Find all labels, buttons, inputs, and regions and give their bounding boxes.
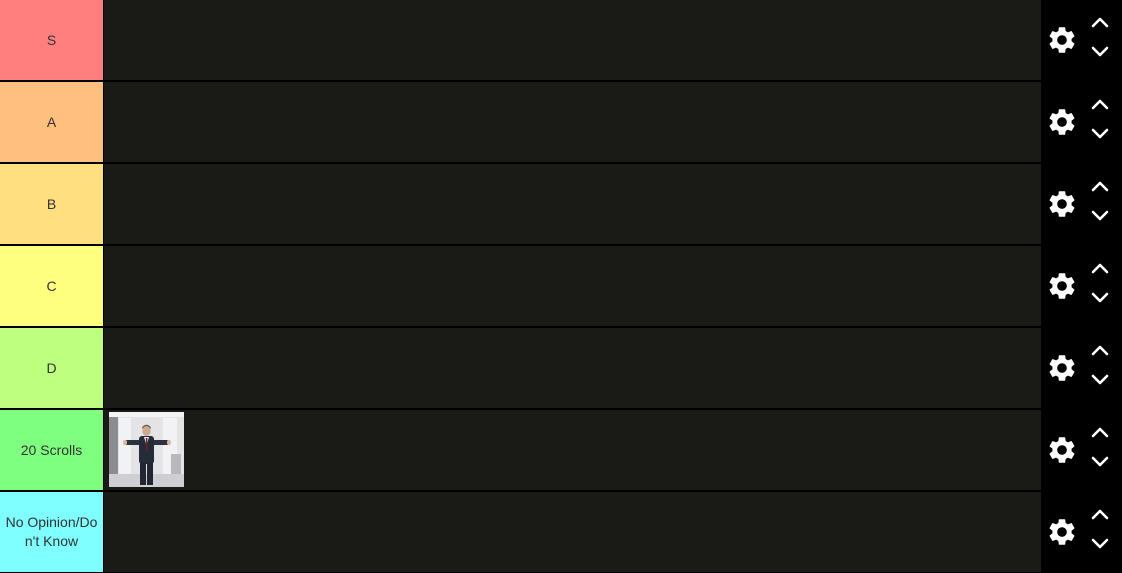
tier-drop-zone[interactable]	[104, 492, 1041, 572]
chevron-up-icon[interactable]	[1088, 339, 1112, 361]
gear-icon[interactable]	[1046, 188, 1078, 220]
chevron-up-icon[interactable]	[1088, 257, 1112, 279]
tier-drop-zone[interactable]	[104, 328, 1041, 408]
tier-drop-zone[interactable]	[104, 82, 1041, 162]
chevron-down-icon[interactable]	[1088, 369, 1112, 391]
tier-controls	[1041, 246, 1122, 326]
tier-drop-zone[interactable]	[104, 164, 1041, 244]
man-in-suit-image	[109, 412, 184, 487]
gear-icon[interactable]	[1046, 516, 1078, 548]
tier-label[interactable]: 20 Scrolls	[0, 410, 103, 490]
chevron-up-icon[interactable]	[1088, 93, 1112, 115]
chevron-down-icon[interactable]	[1088, 533, 1112, 555]
tier-row: S	[0, 0, 1122, 80]
chevron-down-icon[interactable]	[1088, 123, 1112, 145]
tier-row: B	[0, 164, 1122, 244]
chevron-down-icon[interactable]	[1088, 205, 1112, 227]
tier-controls	[1041, 82, 1122, 162]
gear-icon[interactable]	[1046, 352, 1078, 384]
tier-drop-zone[interactable]	[104, 246, 1041, 326]
tier-controls	[1041, 328, 1122, 408]
tier-label[interactable]: C	[0, 246, 103, 326]
gear-icon[interactable]	[1046, 434, 1078, 466]
gear-icon[interactable]	[1046, 24, 1078, 56]
tier-row: D	[0, 328, 1122, 408]
tier-item-image[interactable]	[109, 412, 184, 487]
chevron-up-icon[interactable]	[1088, 503, 1112, 525]
tier-list: S A B C D 20 Scrolls No Opinion/Don't Kn…	[0, 0, 1122, 573]
tier-controls	[1041, 164, 1122, 244]
tier-label[interactable]: No Opinion/Don't Know	[0, 492, 103, 572]
tier-controls	[1041, 0, 1122, 80]
tier-row: No Opinion/Don't Know	[0, 492, 1122, 572]
tier-controls	[1041, 492, 1122, 572]
chevron-up-icon[interactable]	[1088, 175, 1112, 197]
tier-label[interactable]: A	[0, 82, 103, 162]
chevron-down-icon[interactable]	[1088, 451, 1112, 473]
chevron-down-icon[interactable]	[1088, 41, 1112, 63]
tier-row: A	[0, 82, 1122, 162]
chevron-up-icon[interactable]	[1088, 421, 1112, 443]
gear-icon[interactable]	[1046, 270, 1078, 302]
tier-label[interactable]: S	[0, 0, 103, 80]
tier-drop-zone[interactable]	[104, 0, 1041, 80]
tier-row: 20 Scrolls	[0, 410, 1122, 490]
chevron-up-icon[interactable]	[1088, 11, 1112, 33]
tier-label[interactable]: D	[0, 328, 103, 408]
chevron-down-icon[interactable]	[1088, 287, 1112, 309]
tier-row: C	[0, 246, 1122, 326]
gear-icon[interactable]	[1046, 106, 1078, 138]
tier-label[interactable]: B	[0, 164, 103, 244]
tier-drop-zone[interactable]	[104, 410, 1041, 490]
tier-controls	[1041, 410, 1122, 490]
